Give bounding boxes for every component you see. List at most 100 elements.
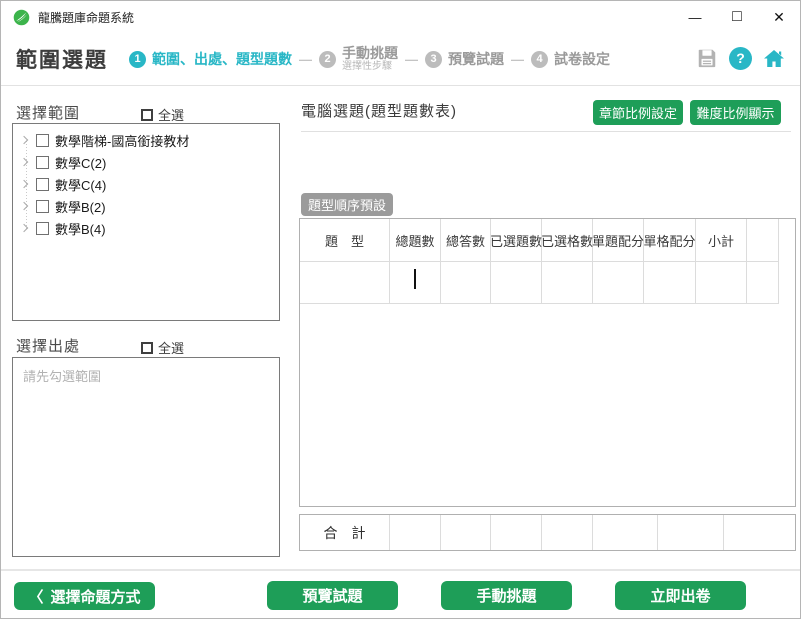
totals-cell xyxy=(593,515,658,550)
back-button-label: 選擇命題方式 xyxy=(51,586,141,607)
wizard-header: 範圍選題 1 範圍、出處、題型題數 — 2 手動挑題 選擇性步驟 — 3 預覽試… xyxy=(1,33,800,86)
totals-cell xyxy=(491,515,542,550)
data-cell-selected-cells[interactable] xyxy=(542,262,593,304)
right-panel-separator xyxy=(301,131,791,132)
header-cell-subtotal: 小計 xyxy=(696,219,747,262)
window-controls: — □ ✕ xyxy=(674,1,800,33)
step-dash: — xyxy=(511,52,524,67)
totals-cell xyxy=(542,515,593,550)
tree-item-label: 數學C(4) xyxy=(55,175,106,194)
step-label: 範圍、出處、題型題數 xyxy=(152,49,292,69)
tree-item[interactable]: 數學B(4) xyxy=(13,217,279,239)
header-cell-selected-cells: 已選格數 xyxy=(542,219,593,262)
step-dash: — xyxy=(405,52,418,67)
data-cell-selected-questions[interactable] xyxy=(491,262,542,304)
maximize-button[interactable]: □ xyxy=(716,1,758,33)
range-select-all-checkbox[interactable] xyxy=(141,109,153,121)
home-icon xyxy=(762,46,786,71)
step-sublabel: 選擇性步驟 xyxy=(342,61,392,73)
totals-cell xyxy=(441,515,491,550)
source-panel-title: 選擇出處 xyxy=(16,335,80,356)
step-item-3[interactable]: 3 預覽試題 xyxy=(425,49,504,69)
page-title: 範圍選題 xyxy=(16,44,108,74)
step-number: 1 xyxy=(129,51,146,68)
chevron-right-icon[interactable] xyxy=(20,202,28,210)
header-cell-total-answers: 總答數 xyxy=(441,219,491,262)
difficulty-ratio-button[interactable]: 難度比例顯示 xyxy=(690,100,781,125)
question-type-table: 題 型 總題數 總答數 已選題數 已選格數 單題配分 單格配分 小計 xyxy=(299,218,796,507)
step-number: 3 xyxy=(425,51,442,68)
step-number: 4 xyxy=(531,51,548,68)
app-logo-icon xyxy=(13,9,30,26)
range-tree: 數學階梯-國高銜接教材 數學C(2) 數學C(4) 數學B(2) 數學B(4) xyxy=(12,123,280,321)
tree-checkbox[interactable] xyxy=(36,222,49,235)
step-item-4[interactable]: 4 試卷設定 xyxy=(531,49,610,69)
header-cell-points-per-cell: 單格配分 xyxy=(644,219,696,262)
range-select-all-label: 全選 xyxy=(158,105,184,124)
titlebar: 龍騰題庫命題系統 — □ ✕ xyxy=(1,1,800,33)
table-header-row: 題 型 總題數 總答數 已選題數 已選格數 單題配分 單格配分 小計 xyxy=(300,219,795,262)
app-window: 龍騰題庫命題系統 — □ ✕ 範圍選題 1 範圍、出處、題型題數 — 2 手動挑… xyxy=(0,0,801,619)
tree-item-label: 數學C(2) xyxy=(55,153,106,172)
type-order-button[interactable]: 題型順序預設 xyxy=(301,193,393,216)
tree-checkbox[interactable] xyxy=(36,178,49,191)
source-list: 請先勾選範圍 xyxy=(12,357,280,557)
chevron-right-icon[interactable] xyxy=(20,224,28,232)
header-actions: ? xyxy=(695,46,786,70)
header-cell-points-per-question: 單題配分 xyxy=(593,219,644,262)
preview-questions-button[interactable]: 預覽試題 xyxy=(267,581,398,610)
save-icon xyxy=(696,47,718,69)
tree-checkbox[interactable] xyxy=(36,156,49,169)
chevron-right-icon[interactable] xyxy=(20,180,28,188)
minimize-button[interactable]: — xyxy=(674,1,716,33)
data-cell-total-questions[interactable] xyxy=(390,262,441,304)
totals-row: 合 計 xyxy=(299,514,796,551)
tree-item-label: 數學B(4) xyxy=(55,219,106,238)
step-item-1[interactable]: 1 範圍、出處、題型題數 xyxy=(129,49,292,69)
data-cell-points-per-question[interactable] xyxy=(593,262,644,304)
header-cell-extra xyxy=(747,219,779,262)
source-select-all-checkbox[interactable] xyxy=(141,342,153,354)
wizard-steps: 1 範圍、出處、題型題數 — 2 手動挑題 選擇性步驟 — 3 預覽試題 — 4… xyxy=(129,39,610,79)
tree-item[interactable]: 數學B(2) xyxy=(13,195,279,217)
source-placeholder: 請先勾選範圍 xyxy=(23,366,269,385)
data-cell-total-answers[interactable] xyxy=(441,262,491,304)
chevron-right-icon[interactable] xyxy=(20,158,28,166)
step-label: 試卷設定 xyxy=(554,49,610,69)
data-cell-type[interactable] xyxy=(300,262,390,304)
chevron-right-icon[interactable] xyxy=(20,136,28,144)
tree-item-label: 數學B(2) xyxy=(55,197,106,216)
generate-paper-button[interactable]: 立即出卷 xyxy=(615,581,746,610)
footer-separator xyxy=(1,569,800,571)
data-cell-extra xyxy=(747,262,779,304)
header-cell-type: 題 型 xyxy=(300,219,390,262)
home-button[interactable] xyxy=(762,46,786,70)
help-button[interactable]: ? xyxy=(729,47,752,70)
totals-cell xyxy=(390,515,441,550)
totals-cell xyxy=(724,515,795,550)
tree-checkbox[interactable] xyxy=(36,134,49,147)
chapter-ratio-button[interactable]: 章節比例設定 xyxy=(593,100,683,125)
range-panel-title: 選擇範圍 xyxy=(16,102,80,123)
tree-item[interactable]: 數學階梯-國高銜接教材 xyxy=(13,129,279,151)
range-select-all[interactable]: 全選 xyxy=(141,105,184,124)
source-select-all[interactable]: 全選 xyxy=(141,338,184,357)
tree-item[interactable]: 數學C(4) xyxy=(13,173,279,195)
step-item-2[interactable]: 2 手動挑題 選擇性步驟 xyxy=(319,45,398,73)
totals-label: 合 計 xyxy=(300,515,390,550)
totals-cell xyxy=(658,515,724,550)
tree-checkbox[interactable] xyxy=(36,200,49,213)
header-cell-selected-questions: 已選題數 xyxy=(491,219,542,262)
save-button[interactable] xyxy=(695,46,719,70)
step-number: 2 xyxy=(319,51,336,68)
table-data-row xyxy=(300,262,795,304)
step-dash: — xyxy=(299,52,312,67)
step-label: 預覽試題 xyxy=(448,49,504,69)
main-title: 電腦選題(題型題數表) xyxy=(301,100,457,121)
data-cell-subtotal[interactable] xyxy=(696,262,747,304)
close-button[interactable]: ✕ xyxy=(758,1,800,33)
data-cell-points-per-cell[interactable] xyxy=(644,262,696,304)
tree-item[interactable]: 數學C(2) xyxy=(13,151,279,173)
back-to-mode-button[interactable]: 〈 選擇命題方式 xyxy=(14,582,155,610)
manual-pick-button[interactable]: 手動挑題 xyxy=(441,581,572,610)
